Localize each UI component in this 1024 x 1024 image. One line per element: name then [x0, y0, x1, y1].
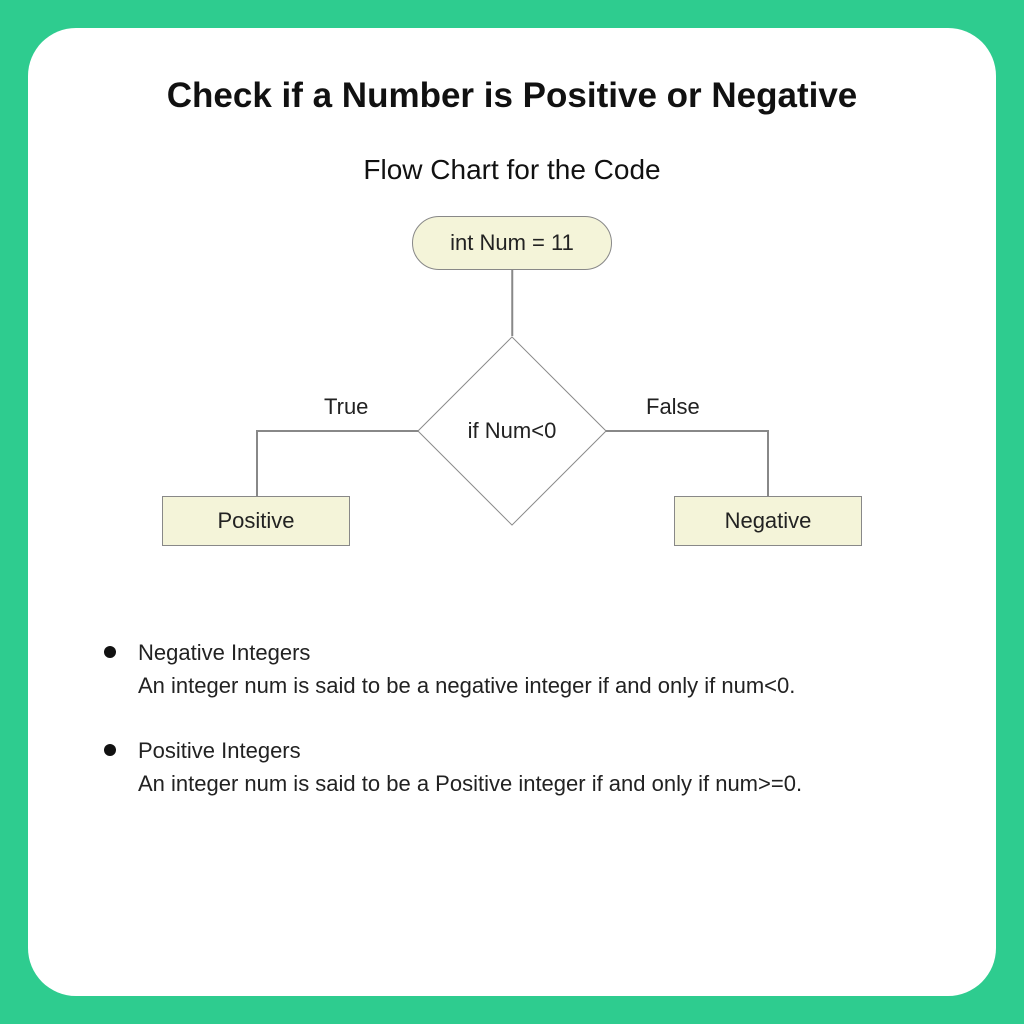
connector-left-horizontal: [256, 430, 418, 432]
page-title: Check if a Number is Positive or Negativ…: [84, 76, 940, 116]
bullet-heading: Positive Integers: [138, 734, 802, 767]
flowchart: int Num = 11 if Num<0 True False Positiv…: [162, 216, 862, 596]
bullet-body: An integer num is said to be a Positive …: [138, 771, 802, 796]
connector-right-horizontal: [606, 430, 768, 432]
decision-node: if Num<0: [417, 336, 607, 526]
result-label-positive: Positive: [217, 508, 294, 534]
bullet-text: Negative Integers An integer num is said…: [138, 636, 795, 702]
connector-vertical-top: [511, 270, 513, 336]
start-node-label: int Num = 11: [450, 230, 574, 256]
start-node: int Num = 11: [412, 216, 612, 270]
connector-left-vertical: [256, 430, 258, 496]
branch-label-true: True: [324, 394, 368, 420]
connector-right-vertical: [767, 430, 769, 496]
list-item: Positive Integers An integer num is said…: [104, 734, 920, 800]
bullet-body: An integer num is said to be a negative …: [138, 673, 795, 698]
list-item: Negative Integers An integer num is said…: [104, 636, 920, 702]
result-box-negative: Negative: [674, 496, 862, 546]
branch-label-false: False: [646, 394, 700, 420]
bullet-heading: Negative Integers: [138, 636, 795, 669]
result-label-negative: Negative: [725, 508, 812, 534]
bullet-list: Negative Integers An integer num is said…: [84, 636, 940, 800]
content-card: Check if a Number is Positive or Negativ…: [28, 28, 996, 996]
bullet-icon: [104, 744, 116, 756]
bullet-text: Positive Integers An integer num is said…: [138, 734, 802, 800]
chart-subtitle: Flow Chart for the Code: [84, 154, 940, 186]
result-box-positive: Positive: [162, 496, 350, 546]
decision-label: if Num<0: [417, 336, 607, 526]
bullet-icon: [104, 646, 116, 658]
